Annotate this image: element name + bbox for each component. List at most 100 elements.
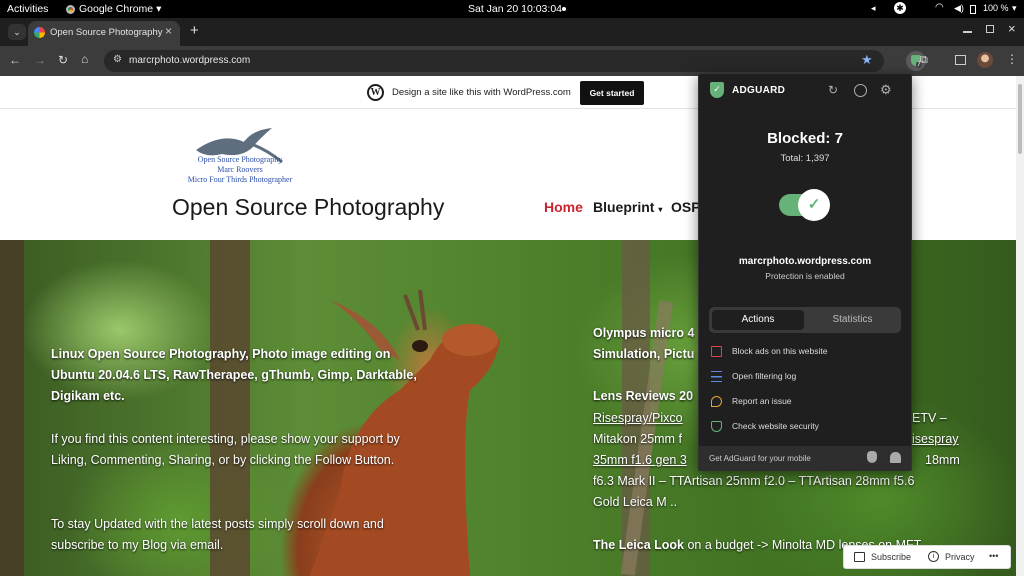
extensions-puzzle-icon[interactable]: ⧉ bbox=[920, 54, 928, 67]
page-scrollbar[interactable] bbox=[1016, 76, 1024, 576]
hero-paragraph-subscribe: To stay Updated with the latest posts si… bbox=[51, 517, 384, 552]
side-panel-icon[interactable] bbox=[955, 55, 966, 65]
get-started-button[interactable]: Get started bbox=[580, 81, 644, 105]
app-menu-arrow-icon: ▾ bbox=[156, 3, 162, 15]
profile-avatar[interactable] bbox=[977, 52, 993, 68]
maximize-icon[interactable] bbox=[986, 25, 994, 33]
action-check-security-label: Check website security bbox=[732, 421, 819, 431]
battery-percent: 100 % bbox=[983, 3, 1009, 13]
chrome-icon bbox=[66, 4, 75, 14]
menu-kebab-icon[interactable]: ⋮ bbox=[1006, 52, 1018, 66]
hero-heading: Linux Open Source Photography, Photo ima… bbox=[51, 347, 417, 403]
chevron-down-icon: ▾ bbox=[658, 205, 663, 214]
pause-icon[interactable] bbox=[854, 84, 867, 97]
lens-link-leica-gold[interactable]: Gold Leica M .. bbox=[593, 492, 677, 513]
site-info-icon[interactable]: ⚙ bbox=[113, 54, 122, 65]
lens-link-tail-2[interactable]: isespray bbox=[912, 429, 959, 450]
mobile-promo-text: Get AdGuard for your mobile bbox=[709, 454, 811, 463]
lens-link-35mm[interactable]: 35mm f1.6 gen 3 bbox=[593, 450, 687, 471]
protection-toggle[interactable]: ✓ bbox=[779, 189, 830, 221]
blocked-count: Blocked: 7 bbox=[767, 130, 843, 147]
action-check-security[interactable]: Check website security bbox=[711, 416, 901, 436]
site-logo[interactable]: Open Source Photography Marc Roovers Mic… bbox=[170, 128, 310, 188]
lens-link-risespray[interactable]: Risespray/Pixco bbox=[593, 408, 683, 429]
home-icon[interactable]: ⌂ bbox=[81, 52, 88, 66]
tab-open-source-photography[interactable]: Open Source Photography × bbox=[28, 21, 180, 46]
action-filtering-log[interactable]: Open filtering log bbox=[711, 366, 901, 386]
system-top-bar: Activities Google Chrome ▾ Sat Jan 20 10… bbox=[0, 0, 1024, 18]
site-title[interactable]: Open Source Photography bbox=[172, 194, 444, 221]
minimize-icon[interactable] bbox=[963, 31, 972, 33]
bookmark-star-icon[interactable]: ★ bbox=[861, 52, 873, 68]
volume-icon[interactable]: ◀) bbox=[954, 3, 964, 14]
clock[interactable]: Sat Jan 20 10:03:04 bbox=[468, 3, 562, 15]
block-ads-icon bbox=[711, 345, 722, 357]
tab-search-icon[interactable]: ⌄ bbox=[8, 24, 26, 40]
close-tab-icon[interactable]: × bbox=[165, 24, 172, 38]
accessibility-icon[interactable]: ✱ bbox=[894, 2, 906, 14]
mic-mute-icon[interactable]: ◂ bbox=[871, 3, 876, 14]
lens-link-ttartisan[interactable]: f6.3 Mark II – TTArtisan 25mm f2.0 – TTA… bbox=[593, 471, 914, 492]
nav-blueprint[interactable]: Blueprint ▾ bbox=[593, 199, 662, 215]
action-block-ads-label: Block ads on this website bbox=[732, 346, 828, 356]
apple-icon[interactable] bbox=[867, 451, 877, 463]
refresh-icon[interactable]: ↻ bbox=[828, 83, 838, 97]
action-report-issue[interactable]: Report an issue bbox=[711, 391, 901, 411]
android-icon[interactable] bbox=[890, 452, 901, 463]
action-filtering-log-label: Open filtering log bbox=[732, 371, 797, 381]
scrollbar-thumb[interactable] bbox=[1018, 84, 1022, 154]
wordpress-logo-icon[interactable]: W bbox=[367, 84, 384, 101]
security-shield-icon bbox=[711, 420, 722, 432]
site-favicon-icon bbox=[34, 27, 45, 38]
lens-link-tail-1[interactable]: ETV – bbox=[912, 408, 947, 429]
adguard-popup: ✓ ADGUARD ↻ ⚙ Blocked: 7 Total: 1,397 ✓ … bbox=[698, 73, 912, 471]
battery-icon bbox=[970, 5, 976, 14]
protection-status: Protection is enabled bbox=[765, 271, 845, 281]
new-tab-button[interactable]: + bbox=[190, 22, 199, 39]
app-menu[interactable]: Google Chrome ▾ bbox=[66, 3, 161, 15]
notification-dot bbox=[562, 7, 566, 11]
nav-osp[interactable]: OSP bbox=[671, 199, 701, 215]
lens-reviews-heading: Lens Reviews 20 bbox=[593, 389, 694, 403]
settings-gear-icon[interactable]: ⚙ bbox=[880, 82, 892, 98]
right-olympus-line[interactable]: Olympus micro 4 bbox=[593, 323, 694, 344]
activities-button[interactable]: Activities bbox=[7, 3, 48, 15]
action-block-ads[interactable]: Block ads on this website bbox=[711, 341, 901, 361]
nav-blueprint-label: Blueprint bbox=[593, 199, 655, 215]
wifi-icon[interactable]: ◠ bbox=[935, 2, 944, 13]
filtering-log-icon bbox=[711, 370, 722, 382]
logo-line-1: Open Source Photography bbox=[197, 155, 283, 164]
lens-link-mitakon[interactable]: Mitakon 25mm f bbox=[593, 429, 682, 450]
lens-link-tail-3[interactable]: 18mm bbox=[925, 450, 960, 471]
app-name: Google Chrome bbox=[79, 3, 154, 15]
privacy-info-icon: i bbox=[928, 551, 939, 562]
power-menu-icon[interactable]: ▾ bbox=[1012, 3, 1017, 14]
floating-actions-bar: Subscribe i Privacy ••• bbox=[843, 545, 1011, 569]
omnibox[interactable]: ⚙ marcrphoto.wordpress.com ★ bbox=[104, 50, 884, 72]
leica-look-bold: The Leica Look bbox=[593, 538, 684, 552]
tab-actions[interactable]: Actions bbox=[712, 310, 804, 330]
subscribe-button[interactable]: Subscribe bbox=[871, 552, 911, 562]
popup-tabs: Actions Statistics bbox=[709, 307, 901, 333]
url-text[interactable]: marcrphoto.wordpress.com bbox=[129, 55, 250, 66]
reload-icon[interactable]: ↻ bbox=[58, 53, 68, 67]
action-report-issue-label: Report an issue bbox=[732, 396, 792, 406]
right-simulation-line[interactable]: Simulation, Pictu bbox=[593, 344, 694, 365]
logo-line-3: Micro Four Thirds Photographer bbox=[187, 175, 293, 184]
privacy-button[interactable]: Privacy bbox=[945, 552, 975, 562]
hero-paragraph-support: If you find this content interesting, pl… bbox=[51, 432, 400, 467]
back-icon[interactable]: ← bbox=[9, 53, 21, 67]
checkmark-icon: ✓ bbox=[798, 189, 830, 221]
mobile-promo-footer[interactable]: Get AdGuard for your mobile bbox=[699, 446, 911, 471]
report-issue-icon bbox=[711, 395, 722, 407]
total-count: Total: 1,397 bbox=[780, 153, 830, 164]
nav-home[interactable]: Home bbox=[544, 199, 583, 215]
tab-statistics[interactable]: Statistics bbox=[807, 310, 898, 330]
close-window-icon[interactable]: × bbox=[1008, 21, 1016, 36]
wp-banner-text: Design a site like this with WordPress.c… bbox=[392, 87, 571, 98]
subscribe-icon bbox=[854, 552, 865, 562]
forward-icon[interactable]: → bbox=[34, 53, 46, 67]
adguard-brand: ADGUARD bbox=[732, 85, 786, 96]
more-options-button[interactable]: ••• bbox=[989, 551, 998, 561]
logo-line-2: Marc Roovers bbox=[217, 165, 263, 174]
